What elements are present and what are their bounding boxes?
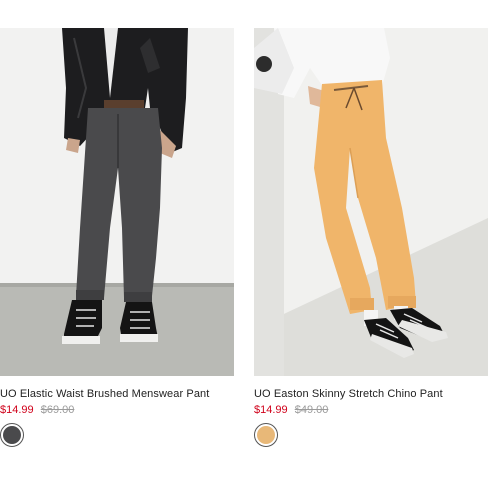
color-swatches bbox=[0, 423, 234, 447]
product-grid: UO Elastic Waist Brushed Menswear Pant $… bbox=[0, 0, 488, 488]
product-image-link[interactable] bbox=[0, 28, 234, 376]
product-prices: $14.99 $49.00 bbox=[254, 403, 488, 417]
sale-price: $14.99 bbox=[254, 404, 288, 416]
product-photo bbox=[254, 28, 488, 376]
color-swatch[interactable] bbox=[254, 423, 278, 447]
sale-price: $14.99 bbox=[0, 404, 34, 416]
original-price: $49.00 bbox=[294, 404, 329, 416]
product-image-link[interactable] bbox=[254, 28, 488, 376]
color-swatches bbox=[254, 423, 488, 447]
product-photo bbox=[0, 28, 234, 376]
product-card: UO Elastic Waist Brushed Menswear Pant $… bbox=[0, 28, 234, 447]
product-title[interactable]: UO Elastic Waist Brushed Menswear Pant bbox=[0, 388, 234, 401]
product-title[interactable]: UO Easton Skinny Stretch Chino Pant bbox=[254, 388, 488, 401]
original-price: $69.00 bbox=[40, 404, 75, 416]
color-swatch[interactable] bbox=[0, 423, 24, 447]
product-prices: $14.99 $69.00 bbox=[0, 403, 234, 417]
product-card: UO Easton Skinny Stretch Chino Pant $14.… bbox=[254, 28, 488, 447]
swatch-color-fill bbox=[257, 426, 275, 444]
swatch-color-fill bbox=[3, 426, 21, 444]
